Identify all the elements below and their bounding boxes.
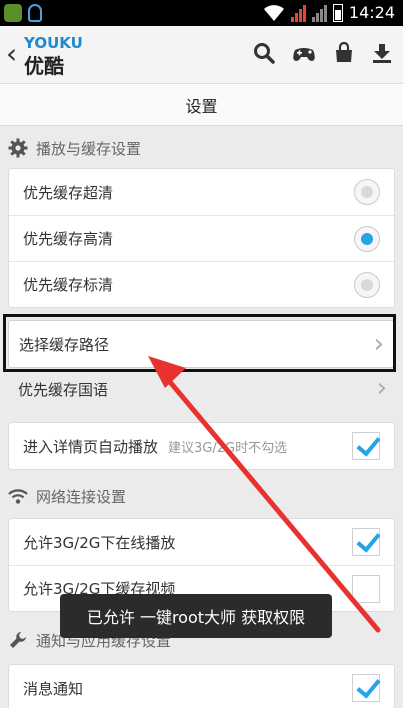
status-bar: 14:24 (0, 0, 403, 26)
page-title: 设置 (185, 96, 218, 116)
radio-superclear[interactable] (354, 179, 380, 205)
status-left-icons (4, 4, 42, 22)
online-play-label: 允许3G/2G下在线播放 (23, 533, 176, 552)
autoplay-checkbox[interactable] (352, 432, 380, 460)
autoplay-hint: 建议3G/2G时不勾选 (168, 440, 288, 456)
message-notify-row[interactable]: 消息通知 (9, 665, 394, 708)
section-header-playback: 播放与缓存设置 (0, 130, 403, 166)
section-header-network: 网络连接设置 (0, 478, 403, 514)
autoplay-label: 进入详情页自动播放 (23, 437, 159, 456)
section-title-network: 网络连接设置 (36, 487, 127, 506)
autoplay-row[interactable]: 进入详情页自动播放 建议3G/2G时不勾选 (9, 423, 394, 469)
signal-bars-icon (311, 4, 327, 22)
logo-cn: 优酷 (24, 54, 64, 78)
online-play-checkbox[interactable] (352, 528, 380, 556)
autoplay-card: 进入详情页自动播放 建议3G/2G时不勾选 (8, 422, 395, 470)
online-play-row[interactable]: 允许3G/2G下在线播放 (9, 519, 394, 565)
header-actions (253, 42, 393, 64)
status-right-icons: 14:24 (263, 3, 395, 22)
wifi-icon (8, 489, 28, 504)
youku-logo[interactable]: YOUKU 优酷 (24, 34, 83, 79)
qq-notification-icon (28, 4, 42, 22)
battery-icon (332, 3, 343, 22)
gear-icon (8, 138, 28, 158)
language-row[interactable]: 优先缓存国语 › (0, 367, 395, 411)
status-time: 14:24 (348, 3, 395, 22)
gamepad-icon[interactable] (291, 42, 317, 64)
language-label: 优先缓存国语 (18, 381, 109, 399)
radio-hd[interactable] (354, 226, 380, 252)
cache-video-checkbox[interactable] (352, 575, 380, 603)
wifi-status-icon (263, 4, 284, 21)
chevron-right-icon: › (376, 373, 387, 403)
quality-options-card: 优先缓存超清 优先缓存高清 优先缓存标清 (8, 168, 395, 308)
search-icon[interactable] (253, 42, 275, 64)
radio-sd[interactable] (354, 272, 380, 298)
app-notification-icon (4, 4, 22, 22)
option-label: 优先缓存高清 (23, 230, 114, 248)
annotation-highlight-box (3, 314, 396, 372)
message-notify-label: 消息通知 (23, 679, 84, 698)
message-notify-checkbox[interactable] (352, 674, 380, 702)
option-label: 优先缓存标清 (23, 276, 114, 294)
option-row-sd[interactable]: 优先缓存标清 (9, 261, 394, 307)
download-icon[interactable] (371, 42, 393, 64)
app-header: ‹ YOUKU 优酷 (0, 26, 403, 84)
toast-message: 已允许 一键root大师 获取权限 (60, 594, 332, 638)
option-row-superclear[interactable]: 优先缓存超清 (9, 169, 394, 215)
page-title-bar: 设置 (0, 84, 403, 126)
option-row-hd[interactable]: 优先缓存高清 (9, 215, 394, 261)
back-icon[interactable]: ‹ (6, 40, 17, 68)
option-label: 优先缓存超清 (23, 183, 114, 202)
section-title-playback: 播放与缓存设置 (36, 139, 142, 158)
bag-icon[interactable] (333, 42, 355, 64)
wrench-icon (10, 632, 26, 648)
signal-3g-icon (290, 4, 306, 22)
notifications-card: 消息通知 (8, 664, 395, 708)
